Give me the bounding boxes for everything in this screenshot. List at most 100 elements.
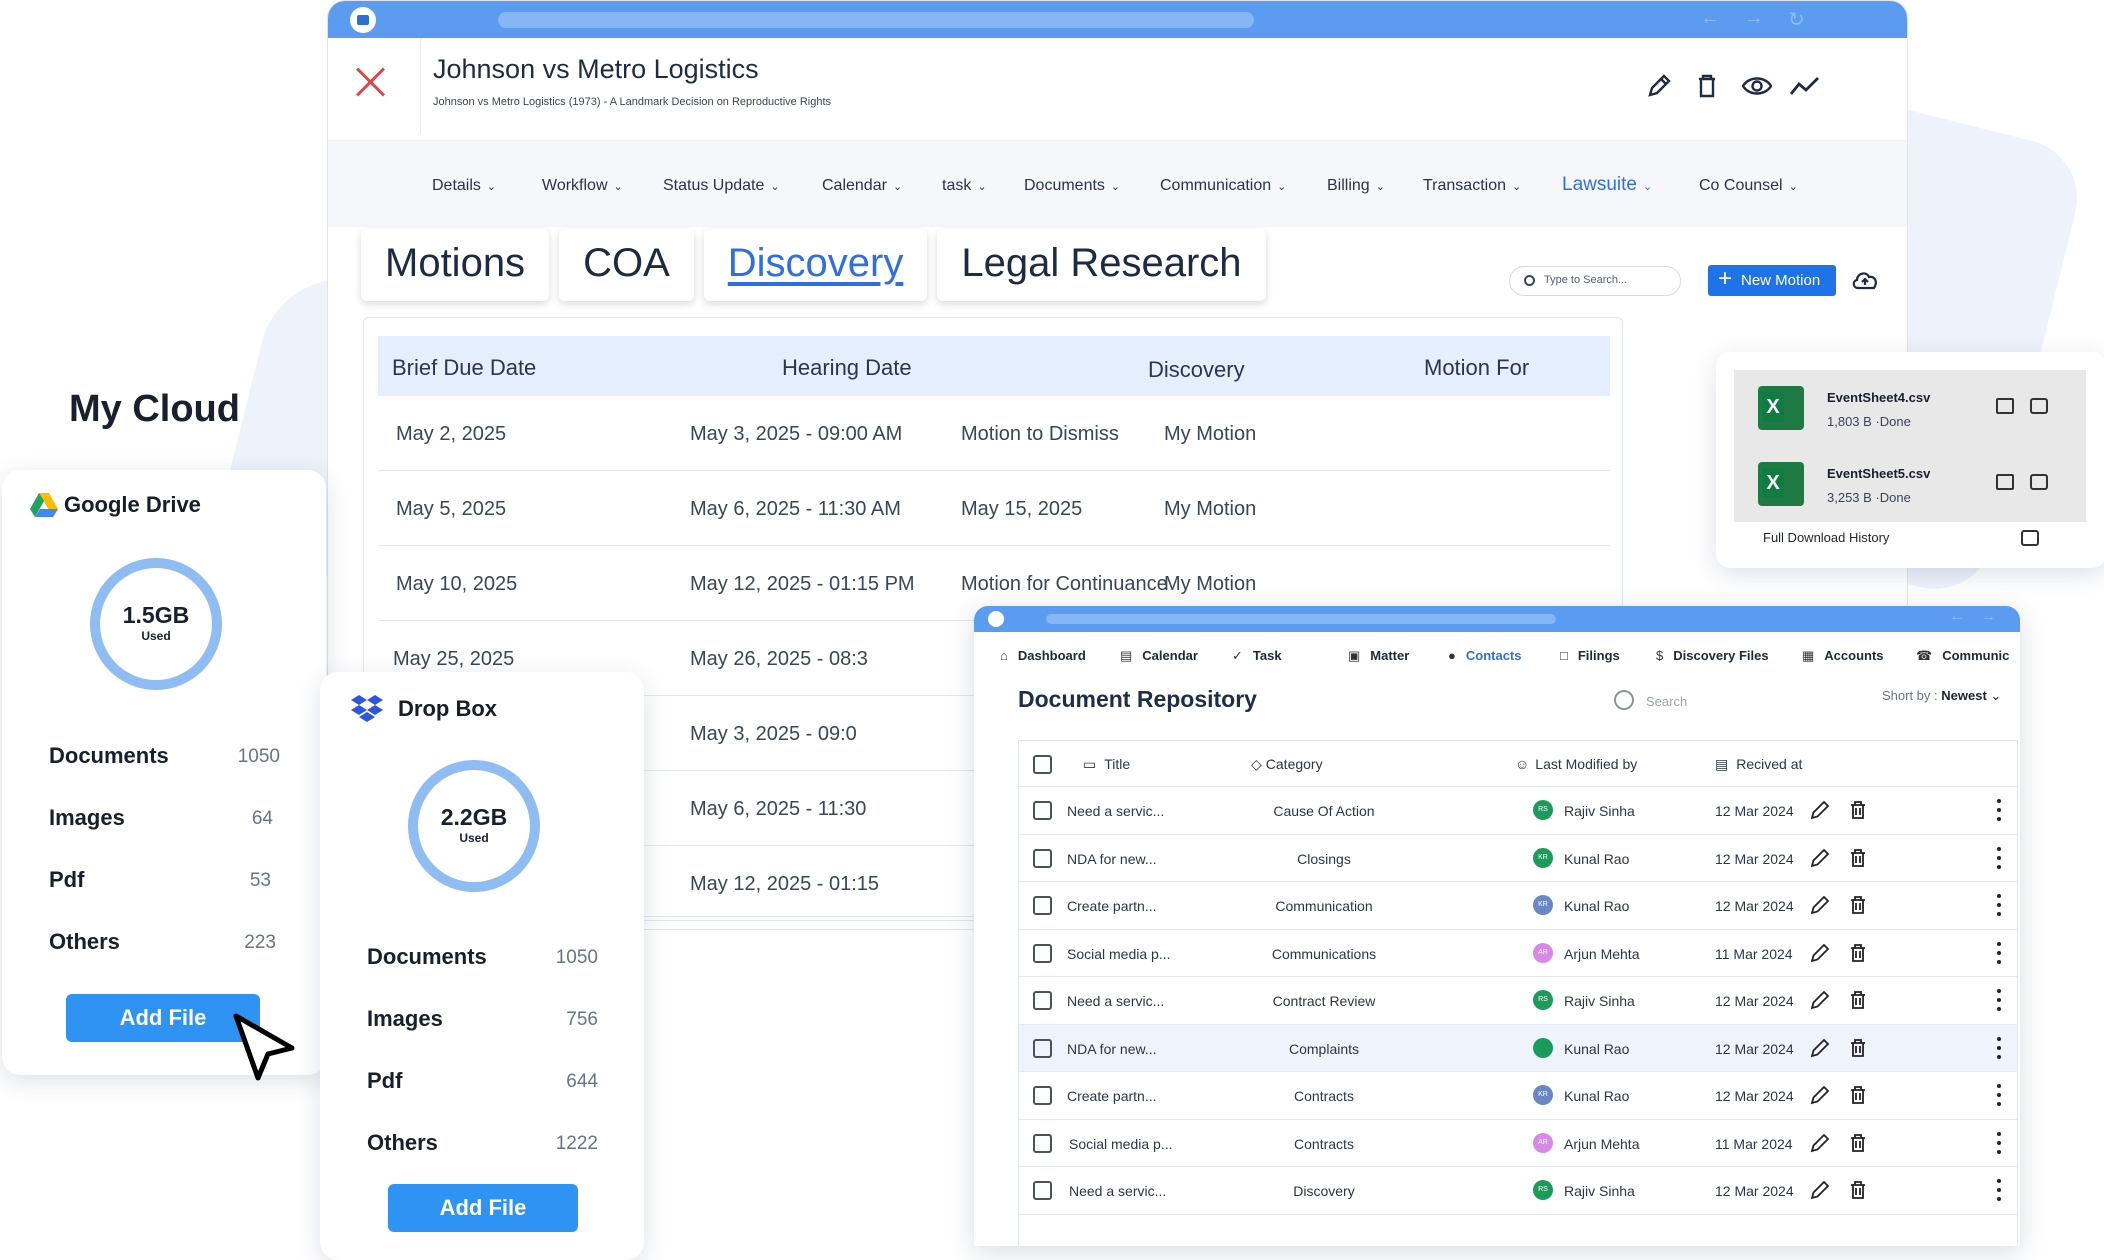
nav-calendar[interactable]: Calendar ⌄ <box>822 177 902 195</box>
back-arrow-icon[interactable]: ← <box>1700 7 1720 30</box>
row-checkbox[interactable] <box>1033 1133 1052 1153</box>
row-checkbox[interactable] <box>1033 801 1052 820</box>
select-all-checkbox[interactable] <box>1033 755 1052 774</box>
table-row[interactable]: May 5, 2025 May 6, 2025 - 11:30 AM May 15,… <box>378 471 1610 546</box>
trash-icon[interactable] <box>1847 799 1869 821</box>
nav-dashboard[interactable]: ⌂ Dashboard <box>1000 648 1086 663</box>
reload-icon[interactable]: ↻ <box>1788 7 1805 32</box>
sort-dropdown[interactable]: Short by : Newest ⌄ <box>1882 688 2001 704</box>
row-checkbox[interactable] <box>1033 943 1052 963</box>
edit-icon[interactable] <box>1645 72 1673 100</box>
share-icon[interactable] <box>2030 474 2048 490</box>
edit-icon[interactable] <box>1809 847 1831 869</box>
row-checkbox[interactable] <box>1033 1038 1052 1058</box>
table-row[interactable]: Need a servic... Contract Review RS Rajiv S… <box>1019 977 2017 1025</box>
trash-icon[interactable] <box>1847 894 1869 916</box>
download-item[interactable]: EventSheet5.csv 3,253 B ·Done <box>1734 446 2086 522</box>
table-row[interactable]: Create partn... Contracts KR Kunal Rao 12 Ma… <box>1019 1072 2017 1120</box>
download-history-link[interactable]: Full Download History <box>1763 530 1889 545</box>
nav-discovery-files[interactable]: $ Discovery Files <box>1656 648 1769 663</box>
tab-coa[interactable]: COA <box>559 229 694 301</box>
trash-icon[interactable] <box>1847 847 1869 869</box>
edit-icon[interactable] <box>1809 894 1831 916</box>
new-motion-button[interactable]: New Motion <box>1708 263 1836 296</box>
trash-icon[interactable] <box>1693 72 1721 100</box>
table-row[interactable]: Need a servic... Cause Of Action RS Rajiv S… <box>1019 787 2017 835</box>
edit-icon[interactable] <box>1809 1179 1831 1201</box>
nav-status-update[interactable]: Status Update ⌄ <box>663 177 780 195</box>
row-checkbox[interactable] <box>1033 1181 1052 1200</box>
table-row[interactable]: Create partn... Communication KR Kunal Rao 1… <box>1019 882 2017 930</box>
nav-filings[interactable]: □ Filings <box>1560 648 1620 663</box>
eye-icon[interactable] <box>1741 72 1773 100</box>
nav-calendar[interactable]: ▤ Calendar <box>1120 648 1198 664</box>
download-item[interactable]: EventSheet4.csv 1,803 B ·Done <box>1734 370 2086 446</box>
table-row[interactable]: Social media p... Communications AR Arjun M… <box>1019 930 2017 977</box>
table-row[interactable]: NDA for new... Complaints Kunal Rao 12 Mar … <box>1019 1024 2017 1072</box>
row-checkbox[interactable] <box>1033 1086 1052 1105</box>
edit-icon[interactable] <box>1809 799 1831 821</box>
more-options-icon[interactable] <box>1997 941 2001 964</box>
google-add-file-button[interactable]: Add File <box>66 994 260 1042</box>
nav-workflow[interactable]: Workflow ⌄ <box>542 177 623 195</box>
row-checkbox[interactable] <box>1033 848 1052 868</box>
table-row[interactable]: Need a servic... Discovery RS Rajiv Sinha 12… <box>1019 1167 2017 1215</box>
dropbox-add-file-button[interactable]: Add File <box>388 1184 578 1232</box>
table-row[interactable]: May 2, 2025 May 3, 2025 - 09:00 AM Motion … <box>378 396 1610 471</box>
search-input[interactable]: Search <box>1608 682 1818 718</box>
more-options-icon[interactable] <box>1997 846 2001 869</box>
more-options-icon[interactable] <box>1997 1084 2001 1106</box>
forward-arrow-icon[interactable]: → <box>1980 608 1996 626</box>
trash-icon[interactable] <box>1847 1132 1869 1154</box>
nav-documents[interactable]: Documents ⌄ <box>1024 177 1120 195</box>
trash-icon[interactable] <box>1847 989 1869 1011</box>
nav-matter[interactable]: ▣ Matter <box>1348 648 1409 664</box>
nav-billing[interactable]: Billing ⌄ <box>1327 177 1385 195</box>
address-bar[interactable] <box>1046 614 1556 624</box>
search-input[interactable]: Type to Search... <box>1509 266 1681 296</box>
table-row[interactable]: NDA for new... Closings KR Kunal Rao 12 Mar … <box>1019 835 2017 882</box>
tab-legal-research[interactable]: Legal Research <box>937 229 1266 301</box>
more-options-icon[interactable] <box>1997 1179 2001 1201</box>
more-options-icon[interactable] <box>1997 989 2001 1011</box>
folder-icon[interactable] <box>1996 398 2014 414</box>
nav-details[interactable]: Details ⌄ <box>432 177 496 195</box>
more-options-icon[interactable] <box>1997 1131 2001 1154</box>
doc-category: Communication <box>1275 898 1373 914</box>
more-options-icon[interactable] <box>1997 894 2001 916</box>
nav-task[interactable]: ✓ Task <box>1232 648 1282 664</box>
trash-icon[interactable] <box>1847 1037 1869 1059</box>
edit-icon[interactable] <box>1809 1084 1831 1106</box>
nav-contacts[interactable]: ● Contacts <box>1448 648 1521 663</box>
trend-icon[interactable] <box>1789 72 1819 100</box>
more-options-icon[interactable] <box>1997 1036 2001 1059</box>
nav-task[interactable]: task ⌄ <box>942 177 987 195</box>
nav-co-counsel[interactable]: Co Counsel ⌄ <box>1699 177 1798 195</box>
nav-transaction[interactable]: Transaction ⌄ <box>1423 177 1521 195</box>
table-row[interactable]: Social media p... Contracts AR Arjun Mehta 1… <box>1019 1120 2017 1167</box>
folder-icon[interactable] <box>1996 474 2014 490</box>
tab-motions[interactable]: Motions <box>361 229 550 301</box>
nav-communication[interactable]: Communication ⌄ <box>1160 177 1286 195</box>
edit-icon[interactable] <box>1809 1037 1831 1059</box>
trash-icon[interactable] <box>1847 1179 1869 1201</box>
more-options-icon[interactable] <box>1997 799 2001 821</box>
edit-icon[interactable] <box>1809 942 1831 964</box>
address-bar[interactable] <box>498 12 1254 28</box>
share-icon[interactable] <box>2021 530 2039 546</box>
row-checkbox[interactable] <box>1033 896 1052 915</box>
edit-icon[interactable] <box>1809 1132 1831 1154</box>
share-icon[interactable] <box>2030 398 2048 414</box>
cloud-upload-icon[interactable] <box>1851 269 1879 291</box>
nav-accounts[interactable]: ▦ Accounts <box>1802 648 1884 664</box>
trash-icon[interactable] <box>1847 1084 1869 1106</box>
close-icon[interactable] <box>354 65 388 99</box>
tab-discovery[interactable]: Discovery <box>703 229 928 301</box>
nav-communication[interactable]: ☎ Communic <box>1916 648 2009 664</box>
back-arrow-icon[interactable]: ← <box>1949 608 1965 626</box>
row-checkbox[interactable] <box>1033 991 1052 1010</box>
forward-arrow-icon[interactable]: → <box>1744 7 1764 30</box>
edit-icon[interactable] <box>1809 989 1831 1011</box>
trash-icon[interactable] <box>1847 942 1869 964</box>
nav-lawsuite[interactable]: Lawsuite ⌄ <box>1562 174 1652 196</box>
